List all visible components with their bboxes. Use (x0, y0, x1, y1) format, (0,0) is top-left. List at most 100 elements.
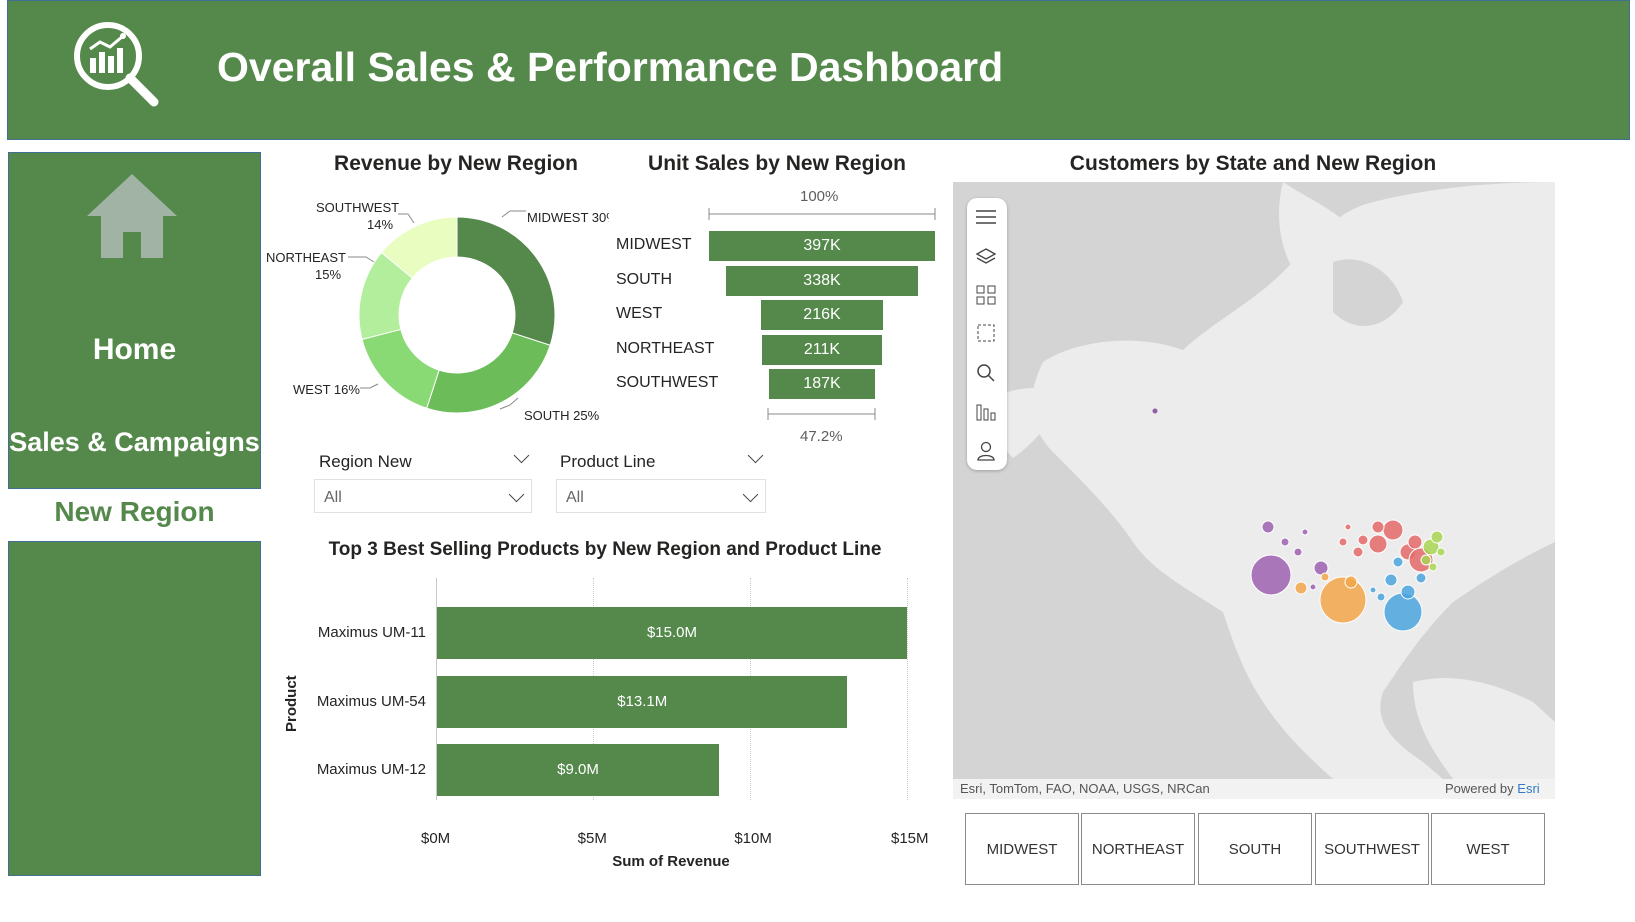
x-axis-tick: $15M (891, 830, 929, 847)
esri-link[interactable]: Esri (1517, 781, 1539, 796)
bar-chart-title: Top 3 Best Selling Products by New Regio… (328, 539, 882, 560)
chevron-down-icon[interactable] (513, 447, 530, 464)
page-title: Overall Sales & Performance Dashboard (217, 44, 1004, 90)
map-powered-by: Powered by Esri (1445, 781, 1540, 796)
map-bubble[interactable] (1430, 530, 1444, 544)
map-bubble[interactable] (1319, 576, 1367, 624)
donut-label-south: SOUTH 25% (524, 408, 600, 423)
donut-label-southwest-pct: 14% (367, 217, 394, 232)
leader-line-northeast (348, 256, 375, 263)
funnel-bar-midwest[interactable]: 397K (709, 231, 935, 261)
leader-line-midwest (501, 210, 526, 218)
product-line-slicer-value: All (566, 489, 584, 506)
map-bubble[interactable] (1371, 520, 1385, 534)
map-bubble[interactable] (1400, 584, 1416, 600)
funnel-bar-west[interactable]: 216K (760, 300, 884, 331)
map-bubble[interactable] (1338, 537, 1348, 547)
map-bubble[interactable] (1382, 519, 1404, 541)
region-slicer-dropdown[interactable]: All (314, 479, 532, 513)
person-icon[interactable] (967, 436, 1005, 466)
map-bubble[interactable] (1383, 592, 1423, 632)
map-bubble[interactable] (1384, 573, 1398, 587)
select-area-icon[interactable] (967, 318, 1005, 348)
funnel-bar-south[interactable]: 338K (725, 265, 919, 296)
donut-slices[interactable] (358, 216, 556, 414)
chevron-down-icon[interactable] (747, 447, 764, 464)
donut-title: Revenue by New Region (334, 152, 578, 175)
map-bubble[interactable] (1420, 554, 1432, 566)
map-bubble[interactable] (1344, 523, 1352, 531)
region-button-midwest[interactable]: MIDWEST (965, 813, 1079, 885)
funnel-label-south: SOUTH (616, 270, 672, 288)
revenue-bar[interactable]: $9.0M (437, 744, 719, 796)
donut-label-west: WEST 16% (293, 382, 360, 397)
donut-label-midwest: MIDWEST 30% (527, 210, 609, 225)
map-bubble[interactable] (1392, 556, 1404, 568)
map-bubble[interactable] (1415, 572, 1427, 584)
region-button-southwest[interactable]: SOUTHWEST (1315, 813, 1429, 885)
map-bubble[interactable] (1250, 554, 1292, 596)
region-button-west[interactable]: WEST (1431, 813, 1545, 885)
map-bubble[interactable] (1436, 547, 1446, 557)
donut-slice-south[interactable] (426, 332, 551, 414)
revenue-bar[interactable]: $15.0M (437, 607, 907, 659)
bar-category-label: Maximus UM-11 (317, 624, 426, 641)
chevron-down-icon (508, 486, 525, 503)
region-button-south[interactable]: SOUTH (1198, 813, 1312, 885)
map-bubble[interactable] (1301, 528, 1309, 536)
funnel-bar-northeast[interactable]: 211K (761, 334, 883, 365)
map-canvas[interactable] (953, 182, 1555, 779)
region-slicer-label: Region New (319, 452, 412, 471)
home-nav-button[interactable]: Home (8, 333, 261, 367)
funnel-bottom-bracket (767, 408, 876, 420)
analytics-search-icon (74, 22, 159, 107)
qr-icon[interactable] (967, 280, 1005, 310)
map-bubbles[interactable] (953, 182, 1555, 779)
bar-category-label: Maximus UM-12 (316, 761, 426, 778)
map-bubble[interactable] (1309, 583, 1317, 591)
map-bubble[interactable] (1280, 537, 1290, 547)
x-axis-tick: $5M (577, 830, 607, 847)
funnel-label-southwest: SOUTHWEST (616, 374, 719, 392)
home-icon[interactable] (85, 172, 180, 260)
funnel-top-percent: 100% (800, 188, 839, 205)
search-icon[interactable] (967, 358, 1005, 388)
map-bubble[interactable] (1261, 520, 1275, 534)
map-bubble[interactable] (1376, 592, 1386, 602)
map-attribution: Esri, TomTom, FAO, NOAA, USGS, NRCan (960, 781, 1210, 796)
map-bubble[interactable] (1407, 534, 1423, 550)
nav-panel-lower (8, 541, 261, 876)
map-bubble[interactable] (1293, 547, 1303, 557)
map-bubble[interactable] (1352, 546, 1364, 558)
region-button-northeast[interactable]: NORTHEAST (1081, 813, 1195, 885)
product-line-slicer-label: Product Line (560, 452, 656, 471)
revenue-bar[interactable]: $13.1M (437, 676, 848, 728)
chevron-down-icon (742, 486, 759, 503)
donut-label-northeast: NORTHEAST (266, 250, 346, 265)
map-bubble[interactable] (1357, 534, 1369, 546)
donut-slice-midwest[interactable] (456, 216, 556, 346)
map-bubble[interactable] (1320, 572, 1330, 582)
revenue-donut-chart[interactable] (262, 190, 622, 435)
donut-label-northeast-pct: 15% (315, 267, 342, 282)
map-bubble[interactable] (1369, 586, 1377, 594)
x-axis-tick: $0M (421, 830, 451, 847)
bar-category-label: Maximus UM-54 (316, 693, 426, 710)
funnel-bar-southwest[interactable]: 187K (768, 369, 876, 400)
map-bubble[interactable] (1428, 562, 1438, 572)
menu-icon[interactable] (967, 202, 1005, 232)
powered-by-text: Powered by (1445, 781, 1514, 796)
donut-slice-west[interactable] (361, 328, 440, 409)
funnel-top-bracket (708, 208, 936, 220)
new-region-nav-button[interactable]: New Region (8, 496, 261, 528)
chart-bars-icon[interactable] (967, 397, 1005, 427)
product-line-slicer-dropdown[interactable]: All (556, 479, 766, 513)
layers-icon[interactable] (967, 241, 1005, 271)
leader-line-west (360, 383, 379, 389)
sales-campaigns-nav-button[interactable]: Sales & Campaigns (8, 427, 261, 458)
region-slicer-value: All (324, 489, 342, 506)
map-bubble[interactable] (1344, 575, 1358, 589)
bar-chart-x-axis-title: Sum of Revenue (612, 853, 730, 870)
map-bubble[interactable] (1294, 581, 1308, 595)
map-bubble[interactable] (1368, 534, 1388, 554)
